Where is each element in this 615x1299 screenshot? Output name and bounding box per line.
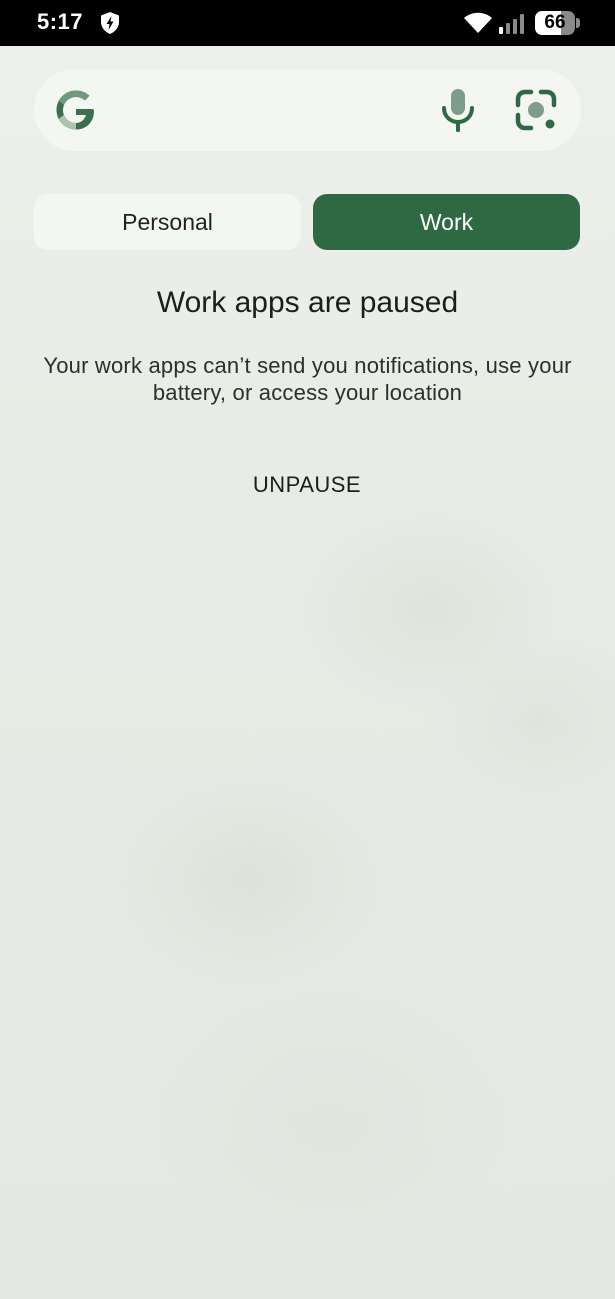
cellular-signal-icon bbox=[498, 12, 528, 34]
battery-indicator: 66 bbox=[535, 11, 581, 35]
microphone-icon[interactable] bbox=[440, 88, 476, 134]
search-bar[interactable] bbox=[34, 69, 581, 151]
battery-tip bbox=[576, 18, 580, 28]
battery-level: 66 bbox=[544, 12, 566, 33]
shield-bolt-icon bbox=[99, 11, 121, 35]
status-bar: 5:17 66 bbox=[0, 0, 615, 46]
pause-description: Your work apps can’t send you notificati… bbox=[43, 353, 572, 405]
wifi-icon bbox=[463, 11, 493, 35]
tab-work[interactable]: Work bbox=[313, 194, 580, 250]
unpause-button[interactable]: UNPAUSE bbox=[227, 465, 387, 505]
google-g-icon[interactable] bbox=[55, 88, 97, 132]
page-title: Work apps are paused bbox=[156, 286, 459, 319]
app-drawer-screen: 5:17 66 Personal Work Work apps are paus… bbox=[0, 0, 615, 1299]
battery-body: 66 bbox=[535, 11, 575, 35]
camera-lens-icon[interactable] bbox=[514, 88, 558, 132]
tab-personal[interactable]: Personal bbox=[34, 194, 301, 250]
status-time: 5:17 bbox=[37, 9, 84, 34]
